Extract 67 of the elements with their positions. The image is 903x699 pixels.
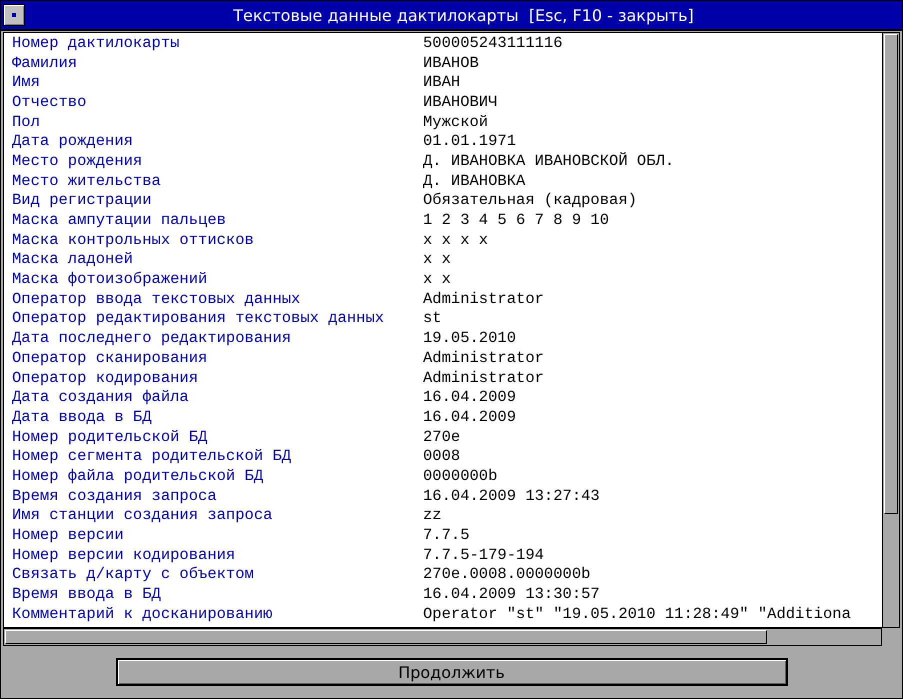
field-value: 270e (423, 428, 460, 446)
field-label: Номер версии кодирования (12, 546, 236, 564)
field-value: ИВАН (423, 73, 460, 92)
field-value: Обязательная (кадровая) (423, 191, 637, 210)
field-label: Номер дактилокарты (12, 34, 180, 52)
field-label: Фамилия (12, 54, 78, 72)
field-value: 0008 (423, 447, 460, 466)
field-label: Маска ладоней (12, 250, 134, 268)
field-value: ИВАНОВ (423, 54, 479, 72)
field-value: 1 2 3 4 5 6 7 8 9 10 (423, 211, 610, 230)
field-label: Маска контрольных оттисков (12, 230, 255, 249)
field-label: Дата рождения (12, 132, 134, 150)
field-value: Д. ИВАНОВКА (423, 172, 526, 190)
field-label: Оператор кодирования (12, 368, 200, 387)
window-title: Текстовые данные дактилокарты [Esc, F10 - закрыть] (232, 6, 695, 24)
scrollbar-thumb[interactable] (884, 34, 898, 514)
field-label: Комментарий к досканированию (12, 604, 274, 623)
field-value: 01.01.1971 (423, 132, 516, 150)
field-label: Имя (12, 73, 41, 92)
field-value: 16.04.2009 13:27:43 (423, 486, 600, 505)
field-label: Время ввода в БД (12, 585, 162, 604)
field-label: Номер родительской БД (12, 428, 208, 446)
field-value: zz (423, 506, 442, 524)
field-value: Operator "st" "19.05.2010 11:28:49" "Additiona (423, 604, 851, 623)
field-value: 0000000b (423, 466, 498, 485)
field-value: Мужской (423, 112, 488, 131)
field-label: Время создания запроса (12, 486, 218, 505)
field-value: 16.04.2009 13:30:57 (423, 585, 600, 604)
field-value: x x (423, 270, 451, 288)
field-value: x x (423, 250, 451, 268)
field-value: x x x x (423, 230, 488, 249)
field-label: Оператор ввода текстовых данных (12, 290, 302, 308)
field-label: Оператор сканирования (12, 348, 208, 367)
field-label: Место рождения (12, 152, 144, 170)
field-label: Номер версии (12, 526, 125, 544)
system-menu-button[interactable] (3, 4, 25, 26)
horizontal-scrollbar[interactable] (3, 628, 882, 646)
field-value: 7.7.5 (423, 526, 470, 544)
field-label: Связать д/карту с объектом (12, 565, 255, 584)
field-label: Вид регистрации (12, 191, 153, 210)
field-value: 7.7.5-179-194 (423, 546, 544, 564)
field-value: 270e.0008.0000000b (423, 565, 590, 584)
field-value: Д. ИВАНОВКА ИВАНОВСКОЙ ОБЛ. (423, 152, 674, 170)
field-value: Administrator (423, 368, 544, 387)
field-label: Место жительства (12, 172, 162, 190)
field-label: Оператор редактирования текстовых данных (12, 309, 386, 328)
field-value: 19.05.2010 (423, 329, 516, 348)
field-value: 500005243111116 (423, 34, 563, 52)
field-label: Имя станции создания запроса (12, 506, 274, 524)
vertical-scrollbar[interactable] (882, 32, 900, 628)
field-value: st (423, 309, 442, 328)
field-label: Номер сегмента родительской БД (12, 447, 292, 466)
field-value: 16.04.2009 (423, 388, 516, 406)
field-value: Administrator (423, 348, 544, 367)
field-value: ИВАНОВИЧ (423, 92, 498, 111)
scrollbar-thumb[interactable] (5, 630, 767, 644)
field-label: Маска фотоизображений (12, 270, 208, 288)
field-label: Дата ввода в БД (12, 408, 153, 426)
field-label: Дата создания файла (12, 388, 190, 406)
field-label: Дата последнего редактирования (12, 329, 292, 348)
field-label: Отчество (12, 92, 88, 111)
field-label: Пол (12, 112, 41, 131)
continue-button[interactable]: Продолжить (116, 658, 788, 686)
field-label: Маска ампутации пальцев (12, 211, 227, 230)
field-label: Номер файла родительской БД (12, 466, 264, 485)
field-value: Administrator (423, 290, 544, 308)
field-value: 16.04.2009 (423, 408, 516, 426)
